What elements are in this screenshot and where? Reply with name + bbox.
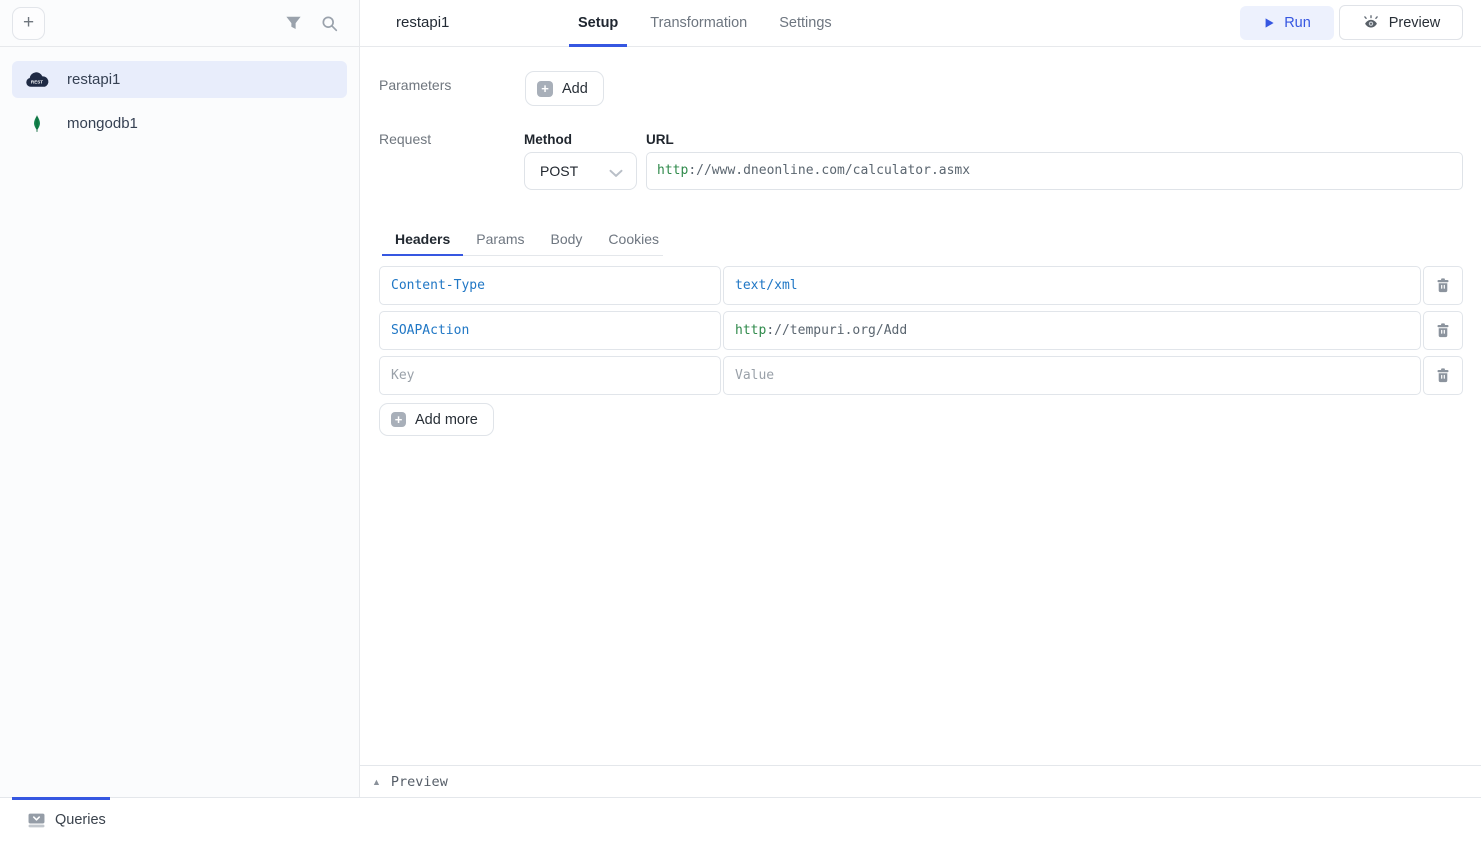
add-parameter-label: Add: [562, 81, 588, 97]
tab-body[interactable]: Body: [538, 225, 596, 256]
request-config-tabs: Headers Params Body Cookies: [382, 225, 663, 256]
rest-api-icon: REST: [24, 71, 50, 89]
url-scheme: http: [657, 163, 688, 178]
header-value-field[interactable]: http://tempuri.org/Add: [723, 311, 1421, 350]
query-header: restapi1 Setup Transformation Settings R…: [360, 0, 1481, 47]
eye-icon: [1362, 15, 1380, 30]
header-key-field[interactable]: Key: [379, 356, 721, 395]
header-key-field[interactable]: Content-Type: [379, 266, 721, 305]
tab-settings[interactable]: Settings: [770, 0, 840, 47]
sidebar-item-label: mongodb1: [67, 115, 138, 132]
method-value: POST: [540, 163, 578, 179]
preview-button[interactable]: Preview: [1339, 5, 1463, 40]
queries-pane-label: Queries: [55, 812, 106, 828]
plus-icon: +: [391, 412, 406, 427]
preview-button-label: Preview: [1389, 15, 1441, 31]
url-label: URL: [646, 132, 674, 147]
header-key-field[interactable]: SOAPAction: [379, 311, 721, 350]
app-window: + REST restapi1: [0, 0, 1481, 841]
tab-headers[interactable]: Headers: [382, 225, 463, 256]
play-icon: [1263, 17, 1275, 29]
run-button[interactable]: Run: [1240, 6, 1334, 40]
response-preview-toggle[interactable]: ▲ Preview: [360, 765, 1481, 797]
header-key-value: Content-Type: [391, 278, 485, 293]
add-more-label: Add more: [415, 412, 478, 428]
query-list: REST restapi1 mongodb1: [0, 47, 359, 163]
header-key-value: SOAPAction: [391, 323, 469, 338]
chevron-down-icon: [609, 169, 623, 178]
header-value-field[interactable]: Value: [723, 356, 1421, 395]
tab-cookies[interactable]: Cookies: [595, 225, 672, 256]
sidebar-item-label: restapi1: [67, 71, 120, 88]
bottom-bar: Queries: [0, 797, 1481, 841]
queries-pane-tab[interactable]: Queries: [28, 798, 106, 841]
delete-row-button[interactable]: [1423, 266, 1463, 305]
method-label: Method: [524, 132, 572, 147]
header-key-placeholder: Key: [391, 368, 414, 383]
header-tabs: Setup Transformation Settings: [569, 0, 855, 47]
method-dropdown[interactable]: POST: [524, 152, 637, 190]
sidebar-item-restapi1[interactable]: REST restapi1: [12, 61, 347, 98]
header-value-scheme: http: [735, 323, 766, 338]
header-value-field[interactable]: text/xml: [723, 266, 1421, 305]
svg-text:REST: REST: [31, 79, 43, 84]
sidebar: + REST restapi1: [0, 0, 360, 797]
header-value-placeholder: Value: [735, 368, 774, 383]
sidebar-item-mongodb1[interactable]: mongodb1: [12, 105, 347, 142]
run-button-label: Run: [1284, 15, 1311, 31]
search-icon[interactable]: [321, 15, 338, 32]
plus-icon: +: [537, 81, 553, 97]
add-query-button[interactable]: +: [12, 7, 45, 40]
delete-row-button[interactable]: [1423, 356, 1463, 395]
mongodb-icon: [24, 115, 50, 133]
filter-icon[interactable]: [285, 15, 302, 32]
header-value-rest: ://tempuri.org/Add: [766, 323, 907, 338]
trash-icon: [1436, 278, 1450, 293]
parameters-label: Parameters: [379, 77, 451, 93]
header-value-value: text/xml: [735, 278, 798, 293]
request-label: Request: [379, 131, 431, 147]
query-title: restapi1: [396, 0, 449, 46]
tab-transformation[interactable]: Transformation: [641, 0, 756, 47]
tab-params[interactable]: Params: [463, 225, 537, 256]
url-rest: ://www.dneonline.com/calculator.asmx: [688, 163, 970, 178]
trash-icon: [1436, 368, 1450, 383]
sidebar-toolbar: +: [0, 0, 359, 47]
add-more-button[interactable]: + Add more: [379, 403, 494, 436]
add-parameter-button[interactable]: + Add: [525, 71, 604, 106]
delete-row-button[interactable]: [1423, 311, 1463, 350]
chevron-up-icon: ▲: [372, 777, 381, 787]
setup-panel: Parameters + Add Request Method URL POST…: [360, 47, 1481, 765]
response-preview-label: Preview: [391, 774, 448, 790]
queries-icon: [28, 813, 45, 828]
trash-icon: [1436, 323, 1450, 338]
tab-setup[interactable]: Setup: [569, 0, 627, 47]
url-input[interactable]: http://www.dneonline.com/calculator.asmx: [646, 152, 1463, 190]
